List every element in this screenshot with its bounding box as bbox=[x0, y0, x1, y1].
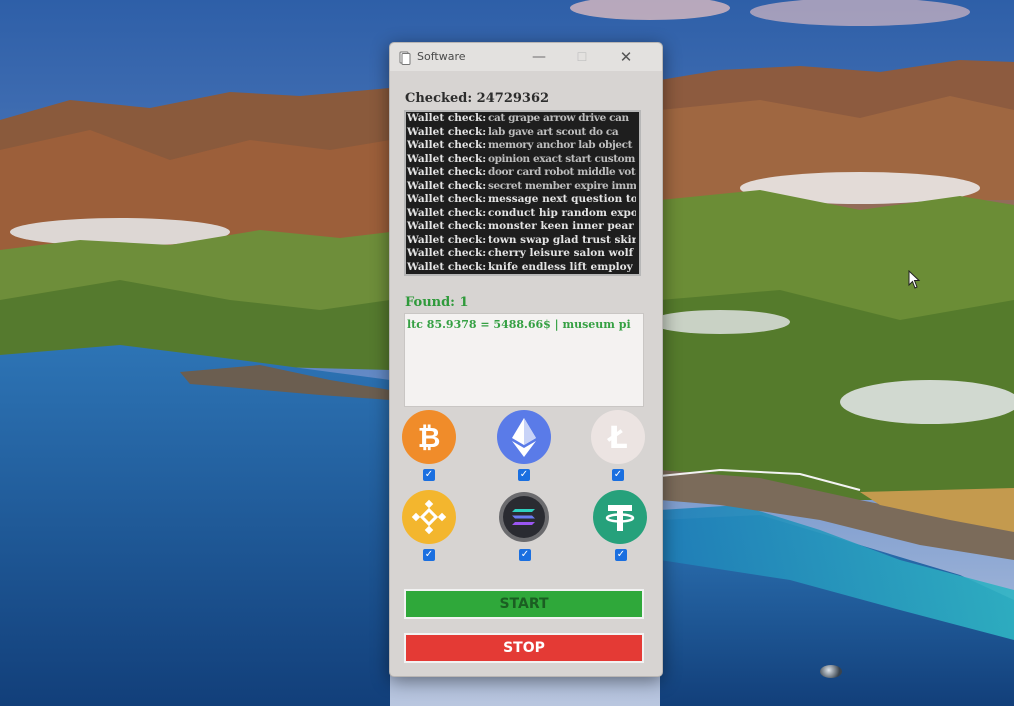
app-icon bbox=[399, 50, 411, 69]
log-row-label: Wallet check: bbox=[407, 179, 487, 192]
log-row-value: knife endless lift employ for bbox=[488, 260, 636, 273]
log-row-value: cat grape arrow drive can bbox=[488, 112, 629, 124]
bnb-icon bbox=[401, 489, 457, 545]
start-button[interactable]: START bbox=[404, 589, 644, 619]
log-row-label: Wallet check: bbox=[407, 139, 487, 151]
solana-checkbox[interactable]: ✓ bbox=[519, 549, 531, 561]
log-row-value: memory anchor lab object bbox=[488, 139, 633, 151]
log-row: Wallet check: opinion exact start custom bbox=[406, 153, 639, 167]
checked-counter: Checked: 24729362 bbox=[405, 91, 550, 106]
close-button[interactable]: ✕ bbox=[614, 47, 638, 67]
window-title: Software bbox=[417, 50, 466, 63]
bitcoin-glyph: ₿ bbox=[418, 421, 441, 454]
log-row-label: Wallet check: bbox=[407, 166, 487, 178]
bitcoin-icon: ₿ bbox=[401, 409, 457, 465]
wallet-check-log[interactable]: Wallet check: cat grape arrow drive can Wa… bbox=[404, 110, 641, 276]
log-row-value: town swap glad trust skirt a bbox=[488, 233, 636, 246]
stop-button[interactable]: STOP bbox=[404, 633, 644, 663]
log-row: Wallet check: monster keen inner pear c bbox=[406, 220, 639, 234]
ethereum-icon bbox=[496, 409, 552, 465]
log-row-value: conduct hip random expose bbox=[488, 206, 636, 219]
litecoin-glyph: Ł bbox=[606, 421, 627, 456]
log-row-value: lab gave art scout do ca bbox=[488, 125, 619, 138]
tether-checkbox[interactable]: ✓ bbox=[615, 549, 627, 561]
maximize-button[interactable]: ☐ bbox=[570, 47, 594, 67]
log-row-label: Wallet check: bbox=[407, 193, 487, 205]
floating-rock bbox=[820, 665, 842, 678]
log-row-value: secret member expire imme bbox=[488, 179, 636, 192]
log-row: Wallet check: message next question ton bbox=[406, 193, 639, 207]
log-row-label: Wallet check: bbox=[407, 112, 487, 124]
minimize-button[interactable]: — bbox=[527, 47, 551, 67]
found-counter: Found: 1 bbox=[405, 295, 469, 310]
litecoin-checkbox[interactable]: ✓ bbox=[612, 469, 624, 481]
log-row-value: message next question ton bbox=[488, 193, 636, 205]
app-window: Software — ☐ ✕ Checked: 24729362 Wallet … bbox=[389, 42, 663, 677]
log-row-label: Wallet check: bbox=[407, 152, 487, 165]
ethereum-checkbox[interactable]: ✓ bbox=[518, 469, 530, 481]
found-results-box[interactable]: ltc 85.9378 = 5488.66$ | museum pi bbox=[404, 313, 644, 407]
log-row-value: cherry leisure salon wolf res bbox=[488, 247, 636, 259]
log-row-label: Wallet check: bbox=[407, 247, 487, 259]
log-row: Wallet check: door card robot middle vot bbox=[406, 166, 639, 180]
log-row: Wallet check:knife endless lift employ f… bbox=[406, 261, 639, 275]
litecoin-icon: Ł bbox=[590, 409, 646, 465]
log-row-label: Wallet check: bbox=[407, 125, 487, 138]
log-row: Wallet check:town swap glad trust skirt … bbox=[406, 234, 639, 248]
log-row-value: monster keen inner pear c bbox=[488, 220, 636, 232]
solana-icon bbox=[498, 491, 550, 543]
log-row: Wallet check: conduct hip random expose bbox=[406, 207, 639, 221]
log-row-label: Wallet check: bbox=[407, 233, 487, 246]
found-result-line: ltc 85.9378 = 5488.66$ | museum pi bbox=[407, 318, 631, 331]
log-row: Wallet check: lab gave art scout do ca bbox=[406, 126, 639, 140]
bnb-checkbox[interactable]: ✓ bbox=[423, 549, 435, 561]
log-row-label: Wallet check: bbox=[407, 220, 487, 232]
log-row-label: Wallet check: bbox=[407, 206, 487, 219]
tether-icon bbox=[592, 489, 648, 545]
title-bar[interactable]: Software — ☐ ✕ bbox=[390, 43, 662, 71]
log-row: Wallet check: cat grape arrow drive can bbox=[406, 112, 639, 126]
log-row: Wallet check:cherry leisure salon wolf r… bbox=[406, 247, 639, 261]
log-row: Wallet check: memory anchor lab object bbox=[406, 139, 639, 153]
bitcoin-checkbox[interactable]: ✓ bbox=[423, 469, 435, 481]
log-row-label: Wallet check: bbox=[407, 260, 487, 273]
log-row: Wallet check: secret member expire imme bbox=[406, 180, 639, 194]
log-row-value: door card robot middle vot bbox=[488, 166, 636, 178]
log-row-value: opinion exact start custom bbox=[488, 152, 635, 165]
